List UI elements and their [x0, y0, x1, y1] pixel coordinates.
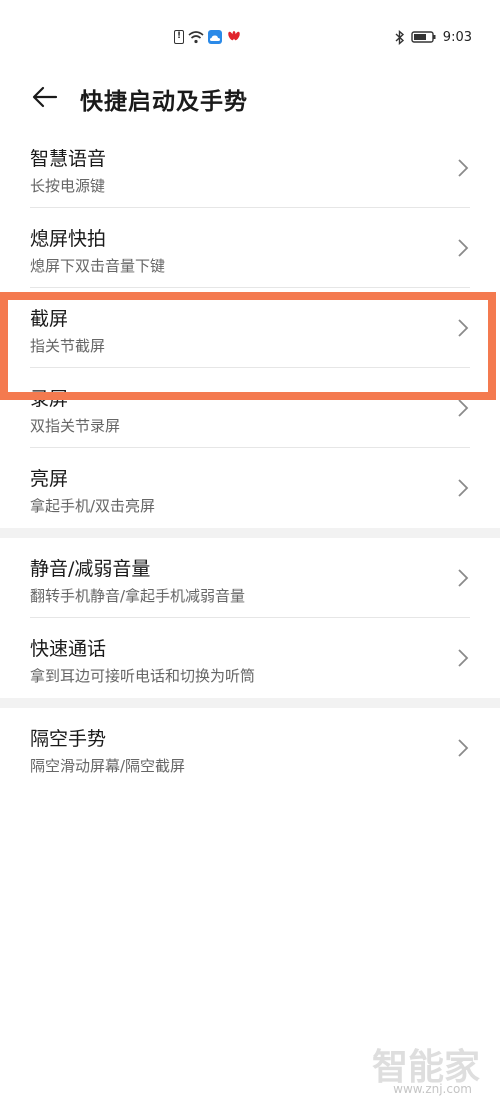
- item-title: 智慧语音: [30, 148, 107, 170]
- item-title: 静音/减弱音量: [30, 558, 151, 580]
- list-item-smart-voice[interactable]: 智慧语音 长按电源键: [30, 128, 470, 208]
- arrow-left-icon: [32, 86, 58, 108]
- group-divider: [0, 528, 500, 538]
- chevron-right-icon: [458, 739, 469, 757]
- item-title: 录屏: [30, 388, 69, 410]
- header: 快捷启动及手势: [0, 72, 500, 122]
- chevron-right-icon: [458, 649, 469, 667]
- settings-list: 智慧语音 长按电源键 熄屏快拍 熄屏下双击音量下键 截屏 指关节截屏 录屏 双指…: [0, 128, 500, 788]
- status-time: 9:03: [442, 29, 472, 45]
- wifi-icon: [188, 31, 204, 44]
- item-title: 快速通话: [30, 638, 107, 660]
- cloud-icon: [208, 30, 222, 44]
- list-item-wake-screen[interactable]: 亮屏 拿起手机/双击亮屏: [30, 448, 470, 528]
- item-subtitle: 翻转手机静音/拿起手机减弱音量: [30, 587, 246, 605]
- item-subtitle: 指关节截屏: [30, 337, 106, 355]
- item-subtitle: 长按电源键: [30, 177, 106, 195]
- list-item-air-gesture[interactable]: 隔空手势 隔空滑动屏幕/隔空截屏: [30, 708, 470, 788]
- item-title: 亮屏: [30, 468, 69, 490]
- group-divider: [0, 698, 500, 708]
- list-item-screen-record[interactable]: 录屏 双指关节录屏: [30, 368, 470, 448]
- item-subtitle: 拿到耳边可接听电话和切换为听筒: [30, 667, 256, 685]
- chevron-right-icon: [458, 239, 469, 257]
- sim-alert-icon: !: [174, 30, 184, 44]
- item-subtitle: 隔空滑动屏幕/隔空截屏: [30, 757, 186, 775]
- chevron-right-icon: [458, 319, 469, 337]
- page-title: 快捷启动及手势: [80, 89, 248, 115]
- item-title: 截屏: [30, 308, 69, 330]
- chevron-right-icon: [458, 159, 469, 177]
- battery-icon: [411, 31, 436, 43]
- item-title: 熄屏快拍: [30, 228, 107, 250]
- chevron-right-icon: [458, 479, 469, 497]
- huawei-logo-icon: [228, 31, 240, 41]
- item-subtitle: 双指关节录屏: [30, 417, 121, 435]
- status-right: 9:03: [395, 28, 472, 46]
- bluetooth-icon: [395, 29, 404, 45]
- watermark-url: www.znj.com: [393, 1082, 472, 1096]
- list-item-screen-off-snapshot[interactable]: 熄屏快拍 熄屏下双击音量下键: [30, 208, 470, 288]
- status-center-icons: !: [174, 28, 242, 46]
- list-item-mute-volume[interactable]: 静音/减弱音量 翻转手机静音/拿起手机减弱音量: [30, 538, 470, 618]
- list-item-quick-call[interactable]: 快速通话 拿到耳边可接听电话和切换为听筒: [30, 618, 470, 698]
- item-title: 隔空手势: [30, 728, 107, 750]
- status-bar: ! 9:03: [0, 0, 500, 72]
- chevron-right-icon: [458, 399, 469, 417]
- item-subtitle: 拿起手机/双击亮屏: [30, 497, 156, 515]
- item-subtitle: 熄屏下双击音量下键: [30, 257, 166, 275]
- chevron-right-icon: [458, 569, 469, 587]
- list-item-screenshot[interactable]: 截屏 指关节截屏: [30, 288, 470, 368]
- back-button[interactable]: [28, 80, 62, 114]
